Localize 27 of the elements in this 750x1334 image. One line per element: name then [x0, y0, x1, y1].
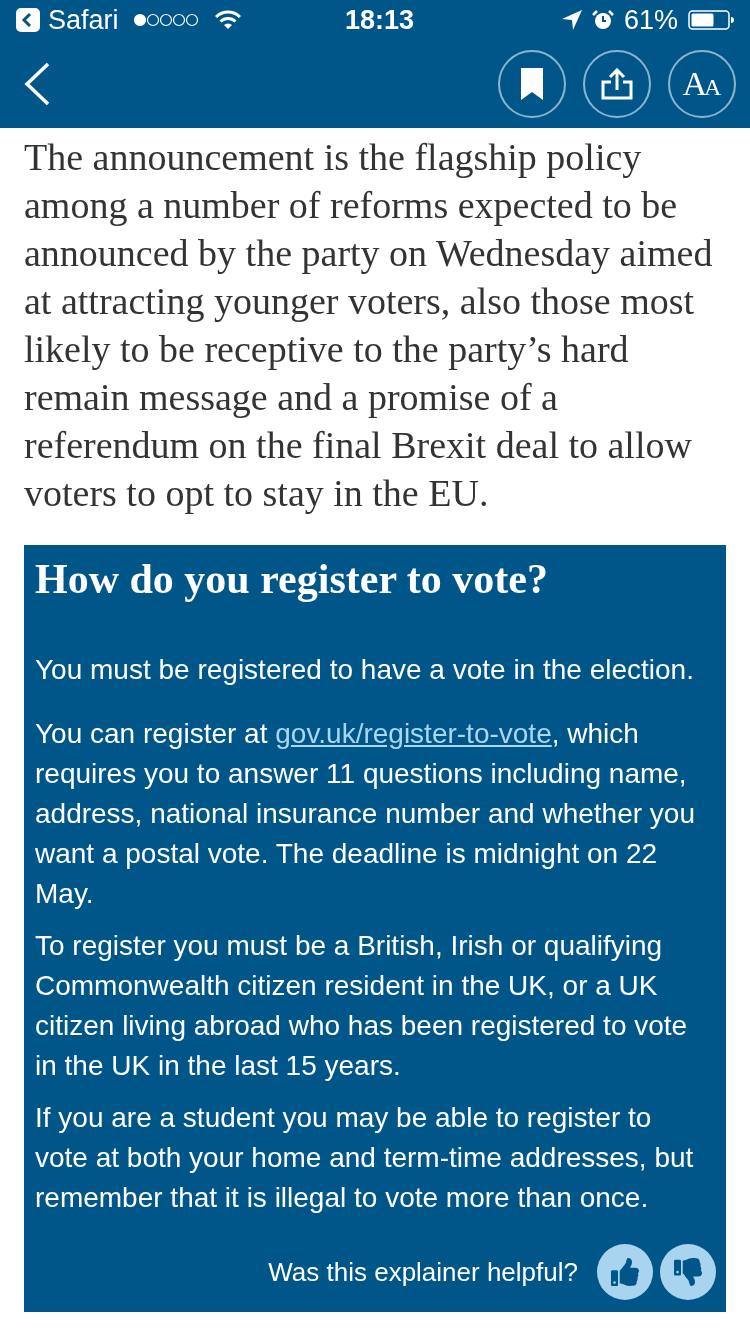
thumbs-up-button[interactable] — [597, 1244, 653, 1300]
location-arrow-icon — [561, 10, 582, 30]
explainer-paragraph: You can register at gov.uk/register-to-vote, which requires you to answer 11 questions including name, address, national insurance number and whether you want a postal vote. The deadline is midnight on 22 May. — [35, 717, 696, 911]
share-icon — [601, 68, 633, 100]
signal-icon — [132, 13, 199, 27]
register-link[interactable]: gov.uk/register-to-vote — [275, 718, 552, 749]
feedback-question: Was this explainer helpful? — [268, 1255, 578, 1289]
back-app-label[interactable]: Safari — [48, 6, 119, 34]
battery-percentage: 61% — [623, 6, 678, 34]
text-size-button[interactable]: AA — [668, 50, 736, 118]
back-chevron-icon[interactable] — [24, 63, 50, 105]
back-to-app-icon[interactable] — [16, 8, 40, 32]
explainer-paragraph: To register you must be a British, Irish or qualifying Commonwealth citizen resident in the UK, or a UK citizen living abroad who has been registered to vote in the UK in the last 15 years. — [35, 929, 689, 1083]
status-time: 18:13 — [345, 6, 415, 34]
article-paragraph: The announcement is the flagship policy among a number of reforms expected to be announced by the party on Wednesday aimed at attracting younger voters, also those most likely to be receptive to the party’s hard remain message and a promise of a referendum on the final Brexit deal to allow voters to opt to stay in the EU. — [24, 135, 714, 516]
wifi-icon — [214, 10, 241, 30]
battery-icon — [688, 10, 734, 30]
thumbs-down-button[interactable] — [660, 1244, 716, 1300]
share-button[interactable] — [583, 50, 651, 118]
bookmark-icon — [521, 68, 543, 100]
bookmark-button[interactable] — [498, 50, 566, 118]
thumbs-up-icon — [611, 1258, 639, 1286]
alarm-clock-icon — [591, 9, 614, 31]
explainer-title: How do you register to vote? — [35, 556, 549, 602]
explainer-paragraph: You must be registered to have a vote in the election. — [35, 653, 695, 687]
explainer-paragraph: If you are a student you may be able to register to vote at both your home and term-time addresses, but remember that it is illegal to vote more than once. — [35, 1101, 695, 1215]
thumbs-down-icon — [674, 1258, 702, 1286]
